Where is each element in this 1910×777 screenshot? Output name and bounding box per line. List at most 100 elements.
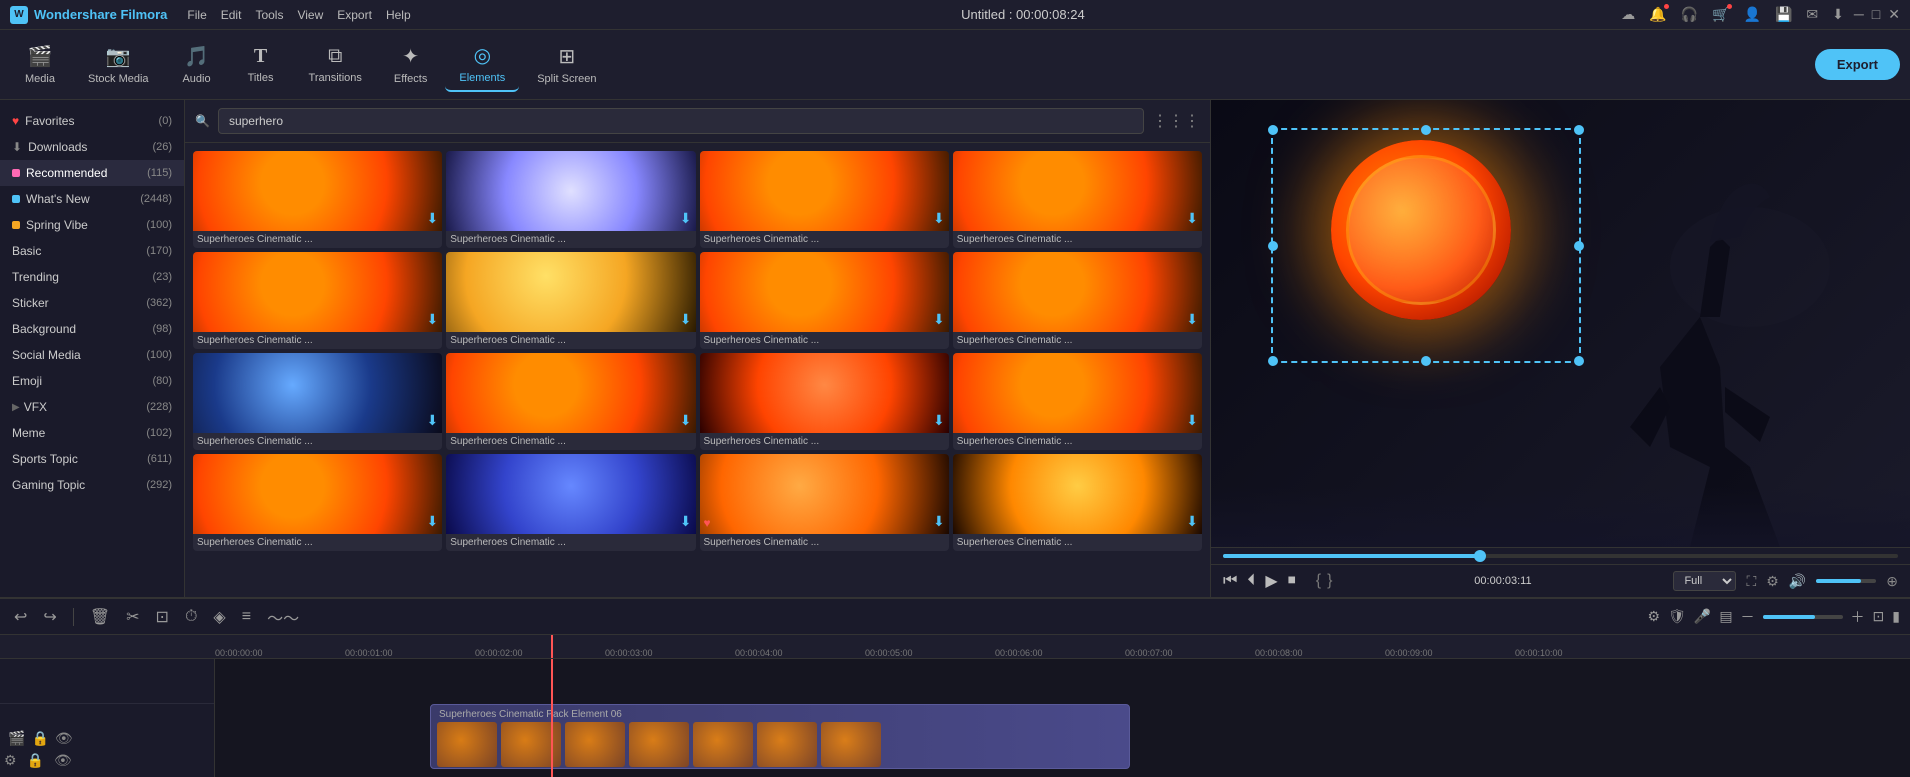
fullscreen-icon[interactable]: ⛶ [1746,573,1756,590]
list-item[interactable]: ♥ ⬇ Superheroes Cinematic ... [700,454,949,551]
color-button[interactable]: ◈ [209,605,229,629]
download-icon[interactable]: ⬇ [1832,6,1844,23]
export-button[interactable]: Export [1815,49,1900,80]
fit-icon[interactable]: ⊡ [1873,608,1885,625]
handle-bottom-left[interactable] [1268,356,1278,366]
sidebar-item-meme[interactable]: Meme (102) [0,420,184,446]
video-clip[interactable]: Superheroes Cinematic Pack Element 06 [430,704,1130,769]
list-item[interactable]: ⬇ Superheroes Cinematic ... [193,252,442,349]
menu-file[interactable]: File [187,8,206,22]
close-button[interactable]: ✕ [1888,6,1900,23]
user-icon[interactable]: 👤 [1744,6,1761,23]
handle-top-right[interactable] [1574,125,1584,135]
list-item[interactable]: ⬇ Superheroes Cinematic ... [953,454,1202,551]
crop-button[interactable]: ⊡ [152,605,173,629]
tool-effects[interactable]: ✦ Effects [380,38,441,91]
tool-transitions[interactable]: ⧉ Transitions [295,39,376,90]
audio-detach-button[interactable]: ≡ [238,606,255,628]
progress-bar[interactable] [1223,554,1898,558]
panel-toggle-icon[interactable]: ▮ [1892,608,1900,625]
sidebar-item-springvibe[interactable]: Spring Vibe (100) [0,212,184,238]
menu-help[interactable]: Help [386,8,411,22]
sidebar-item-vfx[interactable]: ▶ VFX (228) [0,394,184,420]
grid-options-icon[interactable]: ⋮⋮⋮ [1152,111,1200,131]
sidebar-item-downloads[interactable]: ⬇ Downloads (26) [0,134,184,160]
settings-icon[interactable]: ⚙ [1766,573,1779,590]
list-item[interactable]: ⬇ Superheroes Cinematic ... [953,151,1202,248]
redo-button[interactable]: ↪ [39,605,60,629]
handle-bottom-middle[interactable] [1421,356,1431,366]
menu-edit[interactable]: Edit [221,8,242,22]
maximize-button[interactable]: □ [1872,6,1880,23]
handle-top-left[interactable] [1268,125,1278,135]
list-item[interactable]: ⬇ Superheroes Cinematic ... [446,151,695,248]
cut-button[interactable]: ✂ [122,605,143,629]
list-item[interactable]: ⬇ Superheroes Cinematic ... [193,454,442,551]
tool-titles[interactable]: T Titles [231,39,291,90]
handle-middle-left[interactable] [1268,241,1278,251]
headset-icon[interactable]: 🎧 [1681,6,1698,23]
menu-export[interactable]: Export [337,8,372,22]
speed-button[interactable]: ⏱ [181,606,201,628]
sidebar-item-background[interactable]: Background (98) [0,316,184,342]
settings-bottom-icon[interactable]: ⚙ [4,752,17,769]
undo-button[interactable]: ↩ [10,605,31,629]
play-button[interactable]: ▶ [1265,571,1277,591]
save-icon[interactable]: 💾 [1775,6,1792,23]
volume-icon[interactable]: 🔊 [1789,573,1806,590]
eye-track-icon[interactable]: 👁 [55,730,73,747]
list-item[interactable]: ⬇ Superheroes Cinematic ... [700,151,949,248]
menu-view[interactable]: View [297,8,323,22]
search-input[interactable] [218,108,1144,134]
progress-thumb[interactable] [1474,550,1486,562]
cloud-icon[interactable]: ☁ [1621,6,1635,23]
minimize-button[interactable]: ─ [1854,6,1864,23]
list-item[interactable]: ⬇ Superheroes Cinematic ... [700,252,949,349]
tool-split-screen[interactable]: ⊞ Split Screen [523,38,610,91]
list-item[interactable]: ⬇ Superheroes Cinematic ... [193,151,442,248]
sidebar-item-trending[interactable]: Trending (23) [0,264,184,290]
sidebar-item-favorites[interactable]: ♥ Favorites (0) [0,108,184,134]
volume-slider[interactable] [1816,579,1876,583]
add-to-timeline-icon[interactable]: ⊕ [1886,573,1898,590]
eye-bottom-icon[interactable]: 👁 [54,752,72,769]
sidebar-item-sticker[interactable]: Sticker (362) [0,290,184,316]
zoom-select[interactable]: Full 50% 75% 100% [1673,571,1736,591]
zoom-out-icon[interactable]: － [1741,607,1755,627]
sidebar-item-basic[interactable]: Basic (170) [0,238,184,264]
tool-media[interactable]: 🎬 Media [10,38,70,91]
stop-button[interactable]: ⏹ [1288,572,1296,590]
tool-elements[interactable]: ◎ Elements [445,37,519,92]
timeline-zoom-slider[interactable] [1763,615,1843,619]
lock-bottom-icon[interactable]: 🔒 [27,752,44,769]
cart-icon[interactable]: 🛒 [1712,6,1729,23]
mic-icon[interactable]: 🎤 [1694,608,1711,625]
sidebar-item-emoji[interactable]: Emoji (80) [0,368,184,394]
menu-tools[interactable]: Tools [255,8,283,22]
list-item[interactable]: ⬇ Superheroes Cinematic ... [953,353,1202,450]
sidebar-item-gaming[interactable]: Gaming Topic (292) [0,472,184,498]
zoom-in-icon[interactable]: ＋ [1851,607,1865,627]
list-item[interactable]: ⬇ Superheroes Cinematic ... [193,353,442,450]
bell-icon[interactable]: 🔔 [1649,6,1666,23]
mail-icon[interactable]: ✉ [1806,6,1818,23]
sidebar-item-recommended[interactable]: Recommended (115) [0,160,184,186]
subtitle-icon[interactable]: ▤ [1719,608,1732,625]
list-item[interactable]: ⬇ Superheroes Cinematic ... [446,353,695,450]
sidebar-item-social-media[interactable]: Social Media (100) [0,342,184,368]
timeline-playhead[interactable] [551,659,553,777]
tool-audio[interactable]: 🎵 Audio [167,38,227,91]
delete-button[interactable]: 🗑 [86,605,114,629]
audio-waveform-button[interactable]: 〜〜 [263,603,303,631]
sidebar-item-sports[interactable]: Sports Topic (611) [0,446,184,472]
list-item[interactable]: ⬇ Superheroes Cinematic ... [446,454,695,551]
list-item[interactable]: ⬇ Superheroes Cinematic ... [700,353,949,450]
sidebar-item-whatsnew[interactable]: What's New (2448) [0,186,184,212]
shield-icon[interactable]: 🛡 [1668,608,1686,625]
settings-icon[interactable]: ⚙ [1648,608,1661,625]
step-back-button[interactable]: ⏴ [1247,572,1255,590]
lock-track-icon[interactable]: 🔒 [31,730,48,747]
list-item[interactable]: ⬇ Superheroes Cinematic ... [446,252,695,349]
handle-top-middle[interactable] [1421,125,1431,135]
prev-frame-button[interactable]: ⏮ [1223,572,1237,590]
